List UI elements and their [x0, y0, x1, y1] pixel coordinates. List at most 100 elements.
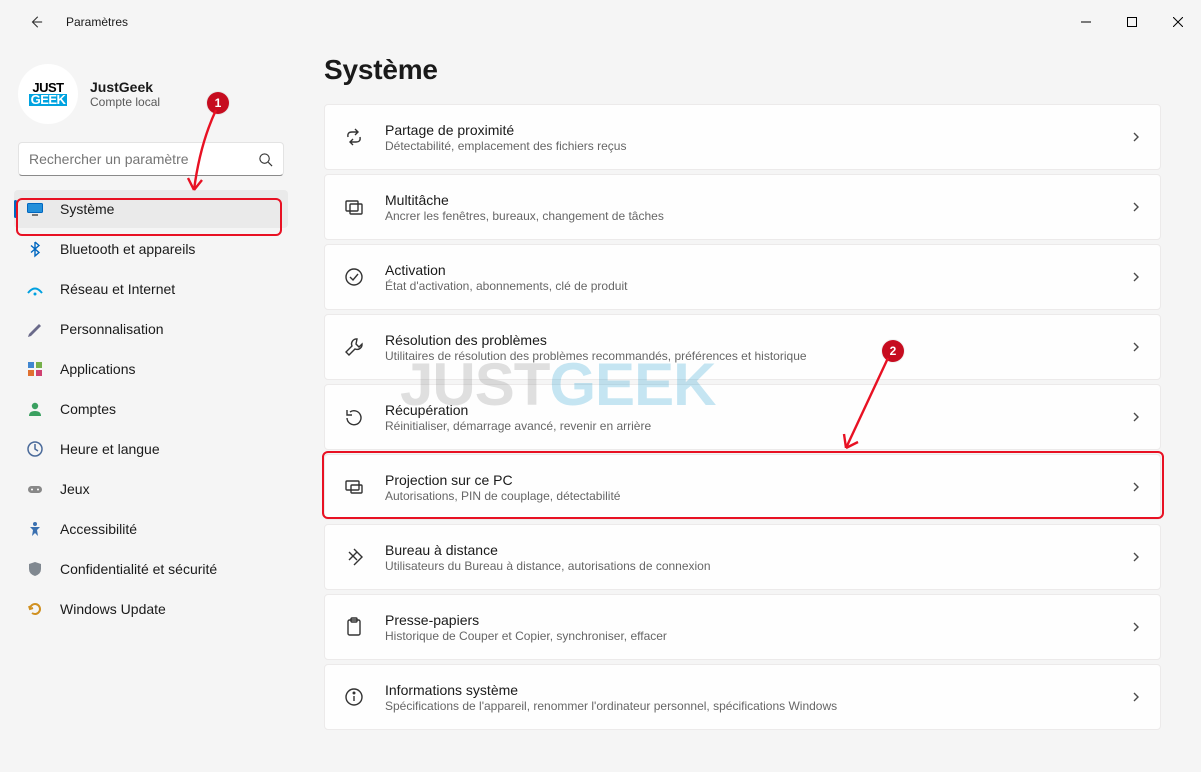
avatar: JUST GEEK: [18, 64, 78, 124]
chevron-right-icon: [1130, 691, 1142, 703]
sidebar-item-time-language[interactable]: Heure et langue: [14, 430, 288, 468]
back-button[interactable]: [20, 6, 52, 38]
gaming-icon: [26, 480, 44, 498]
sidebar-item-label: Windows Update: [60, 601, 166, 617]
clipboard-icon: [343, 616, 365, 638]
chevron-right-icon: [1130, 201, 1142, 213]
accounts-icon: [26, 400, 44, 418]
sidebar-item-system[interactable]: Système: [14, 190, 288, 228]
chevron-right-icon: [1130, 621, 1142, 633]
sidebar-item-update[interactable]: Windows Update: [14, 590, 288, 628]
card-subtitle: État d'activation, abonnements, clé de p…: [385, 279, 1110, 293]
bluetooth-icon: [26, 240, 44, 258]
nav-list: Système Bluetooth et appareils Réseau et…: [14, 190, 288, 628]
sidebar-item-apps[interactable]: Applications: [14, 350, 288, 388]
accessibility-icon: [26, 520, 44, 538]
chevron-right-icon: [1130, 481, 1142, 493]
account-name: JustGeek: [90, 79, 160, 95]
sidebar-item-label: Comptes: [60, 401, 116, 417]
card-subtitle: Autorisations, PIN de couplage, détectab…: [385, 489, 1110, 503]
card-recovery[interactable]: Récupération Réinitialiser, démarrage av…: [324, 384, 1161, 450]
sidebar-item-label: Accessibilité: [60, 521, 137, 537]
maximize-icon: [1127, 17, 1137, 27]
close-button[interactable]: [1155, 0, 1201, 44]
sidebar-item-accessibility[interactable]: Accessibilité: [14, 510, 288, 548]
card-subtitle: Spécifications de l'appareil, renommer l…: [385, 699, 1110, 713]
sidebar-item-privacy[interactable]: Confidentialité et sécurité: [14, 550, 288, 588]
card-subtitle: Réinitialiser, démarrage avancé, revenir…: [385, 419, 1110, 433]
sidebar-item-label: Jeux: [60, 481, 90, 497]
search-box[interactable]: [18, 142, 284, 176]
chevron-right-icon: [1130, 271, 1142, 283]
card-title: Multitâche: [385, 192, 1110, 208]
close-icon: [1173, 17, 1183, 27]
account-block[interactable]: JUST GEEK JustGeek Compte local: [14, 58, 288, 138]
sidebar-item-gaming[interactable]: Jeux: [14, 470, 288, 508]
search-icon: [258, 152, 273, 167]
activation-icon: [343, 266, 365, 288]
sidebar-item-bluetooth[interactable]: Bluetooth et appareils: [14, 230, 288, 268]
time-language-icon: [26, 440, 44, 458]
card-title: Informations système: [385, 682, 1110, 698]
recovery-icon: [343, 406, 365, 428]
card-title: Récupération: [385, 402, 1110, 418]
sidebar-item-label: Personnalisation: [60, 321, 164, 337]
card-projecting[interactable]: Projection sur ce PC Autorisations, PIN …: [324, 454, 1161, 520]
card-subtitle: Historique de Couper et Copier, synchron…: [385, 629, 1110, 643]
minimize-button[interactable]: [1063, 0, 1109, 44]
privacy-icon: [26, 560, 44, 578]
chevron-right-icon: [1130, 341, 1142, 353]
window-controls: [1063, 0, 1201, 44]
card-title: Partage de proximité: [385, 122, 1110, 138]
apps-icon: [26, 360, 44, 378]
page-title: Système: [324, 54, 1161, 86]
account-type: Compte local: [90, 95, 160, 109]
card-title: Bureau à distance: [385, 542, 1110, 558]
sidebar-item-label: Système: [60, 201, 114, 217]
multitask-icon: [343, 196, 365, 218]
card-multitasking[interactable]: Multitâche Ancrer les fenêtres, bureaux,…: [324, 174, 1161, 240]
card-title: Presse-papiers: [385, 612, 1110, 628]
card-title: Projection sur ce PC: [385, 472, 1110, 488]
minimize-icon: [1081, 17, 1091, 27]
chevron-right-icon: [1130, 411, 1142, 423]
sidebar-item-network[interactable]: Réseau et Internet: [14, 270, 288, 308]
card-remote-desktop[interactable]: Bureau à distance Utilisateurs du Bureau…: [324, 524, 1161, 590]
personalize-icon: [26, 320, 44, 338]
window-title: Paramètres: [66, 15, 128, 29]
share-icon: [343, 126, 365, 148]
sidebar: JUST GEEK JustGeek Compte local Système: [0, 44, 300, 772]
card-subtitle: Utilitaires de résolution des problèmes …: [385, 349, 1110, 363]
card-activation[interactable]: Activation État d'activation, abonnement…: [324, 244, 1161, 310]
card-nearby-sharing[interactable]: Partage de proximité Détectabilité, empl…: [324, 104, 1161, 170]
sidebar-item-label: Applications: [60, 361, 136, 377]
arrow-left-icon: [29, 15, 43, 29]
chevron-right-icon: [1130, 131, 1142, 143]
card-subtitle: Détectabilité, emplacement des fichiers …: [385, 139, 1110, 153]
avatar-line2: GEEK: [29, 94, 68, 106]
sidebar-item-label: Réseau et Internet: [60, 281, 175, 297]
card-clipboard[interactable]: Presse-papiers Historique de Couper et C…: [324, 594, 1161, 660]
info-icon: [343, 686, 365, 708]
network-icon: [26, 280, 44, 298]
card-about[interactable]: Informations système Spécifications de l…: [324, 664, 1161, 730]
sidebar-item-label: Bluetooth et appareils: [60, 241, 195, 257]
chevron-right-icon: [1130, 551, 1142, 563]
card-subtitle: Ancrer les fenêtres, bureaux, changement…: [385, 209, 1110, 223]
sidebar-item-personalization[interactable]: Personnalisation: [14, 310, 288, 348]
card-title: Résolution des problèmes: [385, 332, 1110, 348]
content-area: Système Partage de proximité Détectabili…: [300, 44, 1201, 772]
card-troubleshoot[interactable]: Résolution des problèmes Utilitaires de …: [324, 314, 1161, 380]
troubleshoot-icon: [343, 336, 365, 358]
projection-icon: [343, 476, 365, 498]
settings-list: Partage de proximité Détectabilité, empl…: [324, 104, 1161, 730]
sidebar-item-label: Heure et langue: [60, 441, 160, 457]
search-input[interactable]: [29, 151, 258, 167]
sidebar-item-label: Confidentialité et sécurité: [60, 561, 217, 577]
card-subtitle: Utilisateurs du Bureau à distance, autor…: [385, 559, 1110, 573]
maximize-button[interactable]: [1109, 0, 1155, 44]
card-title: Activation: [385, 262, 1110, 278]
update-icon: [26, 600, 44, 618]
sidebar-item-accounts[interactable]: Comptes: [14, 390, 288, 428]
remote-icon: [343, 546, 365, 568]
